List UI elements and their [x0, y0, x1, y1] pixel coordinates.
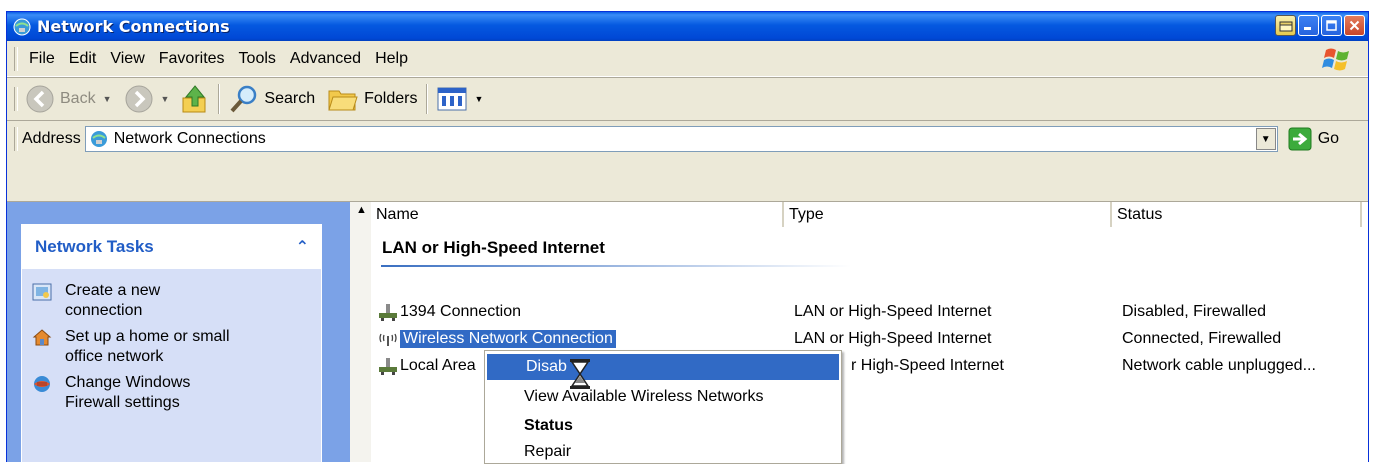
task-label-line: office network: [65, 348, 164, 365]
folders-label: Folders: [364, 90, 418, 107]
context-menu-item-view-wireless[interactable]: View Available Wireless Networks: [485, 382, 841, 412]
up-folder-button[interactable]: [178, 81, 212, 117]
task-label-line: Firewall settings: [65, 394, 180, 411]
collapse-chevron-icon[interactable]: ⌃: [296, 237, 309, 257]
new-connection-icon: [32, 283, 52, 301]
network-tasks-header[interactable]: Network Tasks ⌃: [22, 225, 321, 269]
windows-logo-icon: [1322, 48, 1349, 71]
forward-arrow-icon: [125, 85, 152, 113]
lan-connection-icon: [379, 304, 397, 321]
back-button[interactable]: Back ▼: [22, 81, 115, 117]
go-arrow-icon: [1288, 127, 1312, 151]
connection-row[interactable]: 1394 Connection LAN or High-Speed Intern…: [371, 299, 1368, 325]
task-pane: Network Tasks ⌃ Create a new connection: [7, 202, 350, 462]
up-folder-icon: [182, 85, 206, 113]
menu-tools[interactable]: Tools: [232, 50, 283, 68]
connection-name: Local Area: [400, 357, 476, 374]
connection-status: Connected, Firewalled: [1122, 330, 1282, 347]
context-menu: Disab View Available Wireless Networks S…: [484, 350, 842, 464]
connection-type: LAN or High-Speed Internet: [794, 330, 992, 347]
task-label-line: Create a new: [65, 282, 161, 299]
column-header-status[interactable]: Status: [1112, 202, 1362, 227]
task-label-line: Change Windows: [65, 374, 191, 391]
chevron-down-icon[interactable]: ▼: [103, 94, 112, 104]
toolbar-separator: [218, 84, 221, 114]
menu-bar: File Edit View Favorites Tools Advanced …: [7, 42, 1368, 77]
views-icon: [437, 87, 467, 111]
folders-icon: [328, 90, 358, 111]
context-menu-item-status[interactable]: Status: [485, 412, 841, 440]
column-header-name[interactable]: Name: [371, 202, 784, 227]
connection-name: 1394 Connection: [400, 303, 521, 320]
chevron-down-icon[interactable]: ▼: [161, 94, 170, 104]
context-menu-item-disable[interactable]: Disab: [487, 354, 839, 380]
minimize-button[interactable]: [1298, 15, 1319, 36]
connection-type: r High-Speed Internet: [851, 357, 1004, 374]
column-headers: Name Type Status: [371, 202, 1368, 229]
toolbar-grip[interactable]: [14, 47, 18, 71]
task-firewall-settings[interactable]: Change Windows Firewall settings: [32, 373, 315, 413]
menu-advanced[interactable]: Advanced: [283, 50, 368, 68]
toolbar-grip[interactable]: [14, 127, 18, 151]
chevron-down-icon[interactable]: ▼: [474, 94, 483, 104]
hourglass-cursor-icon: [570, 359, 590, 389]
task-home-network[interactable]: Set up a home or small office network: [32, 327, 315, 367]
menu-file[interactable]: File: [22, 50, 62, 68]
vertical-scrollbar[interactable]: ▲: [350, 202, 371, 462]
menu-edit[interactable]: Edit: [62, 50, 104, 68]
toolbar-separator: [426, 84, 429, 114]
menu-help[interactable]: Help: [368, 50, 415, 68]
standard-toolbar: Back ▼ ▼ Search Folders ▼: [7, 77, 1368, 121]
toolbar-grip[interactable]: [14, 87, 18, 111]
pointer-cursor-icon: [1275, 15, 1296, 36]
close-button[interactable]: [1344, 15, 1365, 36]
views-button[interactable]: ▼: [434, 81, 486, 117]
task-create-connection[interactable]: Create a new connection: [32, 281, 315, 321]
window-title: Network Connections: [37, 17, 230, 36]
folders-button[interactable]: Folders: [324, 81, 420, 117]
search-button[interactable]: Search: [226, 81, 318, 117]
search-label: Search: [264, 90, 316, 107]
title-bar[interactable]: Network Connections: [7, 12, 1368, 41]
menu-view[interactable]: View: [103, 50, 151, 68]
context-menu-item-repair[interactable]: Repair: [485, 440, 841, 463]
search-icon: [230, 85, 257, 113]
group-header: LAN or High-Speed Internet: [382, 238, 605, 257]
back-label: Back: [60, 90, 96, 107]
address-bar: Address Network Connections ▼ Go: [7, 120, 1368, 157]
connection-status: Disabled, Firewalled: [1122, 303, 1267, 320]
go-button[interactable]: Go: [1288, 127, 1339, 151]
address-dropdown-button[interactable]: ▼: [1255, 128, 1276, 150]
firewall-icon: [34, 376, 50, 392]
lan-connection-icon: [379, 358, 397, 375]
connection-status: Network cable unplugged...: [1122, 357, 1316, 374]
maximize-button[interactable]: [1321, 15, 1342, 36]
wireless-connection-icon: [379, 333, 397, 346]
column-header-type[interactable]: Type: [784, 202, 1112, 227]
group-divider: [381, 265, 851, 267]
address-label: Address: [22, 130, 81, 147]
go-label: Go: [1317, 130, 1340, 147]
menu-favorites[interactable]: Favorites: [152, 50, 232, 68]
connection-name: Wireless Network Connection: [400, 330, 616, 348]
network-tasks-title: Network Tasks: [35, 237, 154, 256]
connection-type: LAN or High-Speed Internet: [794, 303, 992, 320]
task-label-line: Set up a home or small: [65, 328, 230, 345]
home-network-icon: [32, 329, 52, 346]
network-connections-icon: [90, 131, 107, 147]
scroll-up-arrow-icon[interactable]: ▲: [356, 204, 367, 216]
forward-button[interactable]: ▼: [121, 81, 173, 117]
connection-row-selected[interactable]: Wireless Network Connection LAN or High-…: [371, 326, 1368, 352]
network-tasks-panel: Network Tasks ⌃ Create a new connection: [21, 224, 322, 462]
task-label-line: connection: [65, 302, 143, 319]
back-arrow-icon: [26, 85, 54, 113]
network-connections-icon: [13, 18, 31, 35]
address-input[interactable]: Network Connections ▼: [84, 126, 1278, 152]
address-value: Network Connections: [113, 130, 266, 147]
